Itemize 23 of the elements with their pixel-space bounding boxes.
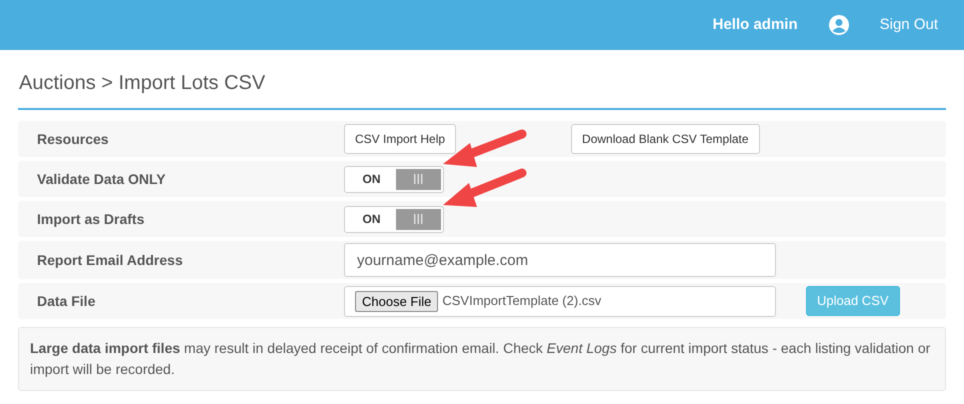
toggle-label: ON: [362, 171, 382, 188]
grip-icon: [414, 174, 423, 184]
file-field[interactable]: Choose File CSVImportTemplate (2).csv: [344, 286, 776, 316]
download-button[interactable]: Download Blank CSV Template: [571, 124, 760, 154]
help-button[interactable]: CSV Import Help: [344, 124, 456, 154]
toggle-handle[interactable]: [396, 168, 441, 190]
page-title: Auctions > Import Lots CSV: [18, 71, 266, 96]
field-label: Data File: [36, 292, 96, 310]
toggle-switch[interactable]: ON: [344, 206, 444, 232]
info-note: Large data import files may result in delayed receipt of confirmation email. Check Event Logs for current import status - each listing validation or import will be recorded.: [18, 327, 946, 391]
file-name: CSVImportTemplate (2).csv: [442, 292, 602, 310]
toggle-handle[interactable]: [396, 208, 441, 230]
field-label: Report Email Address: [36, 250, 184, 270]
email-field[interactable]: yourname@example.com: [344, 243, 776, 277]
toggle-switch[interactable]: ON: [344, 166, 444, 192]
field-label: Resources: [36, 130, 110, 148]
user-icon: [828, 14, 850, 36]
toggle-label: ON: [362, 211, 382, 228]
greeting-text: Hello admin: [712, 14, 798, 35]
field-label: Validate Data ONLY: [36, 170, 167, 188]
choose-file-button[interactable]: Choose File: [355, 290, 438, 312]
field-label: Import as Drafts: [36, 210, 146, 229]
grip-icon: [414, 214, 423, 224]
